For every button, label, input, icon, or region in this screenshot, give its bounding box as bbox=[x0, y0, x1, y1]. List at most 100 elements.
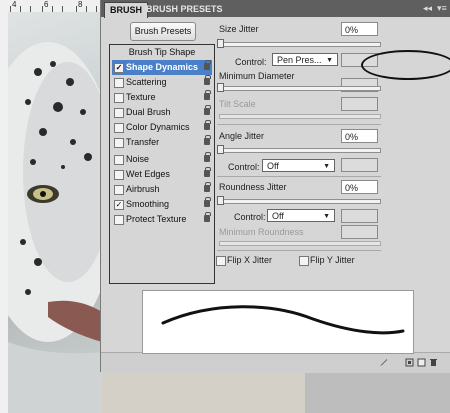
tab-brush-presets[interactable]: BRUSH PRESETS bbox=[141, 2, 228, 17]
size-jitter-value[interactable]: 0% bbox=[341, 22, 378, 36]
lock-icon[interactable] bbox=[204, 182, 211, 192]
list-item-scattering[interactable]: Scattering bbox=[112, 75, 212, 90]
ruler-mark: 4 bbox=[12, 0, 17, 9]
divider bbox=[217, 176, 381, 177]
list-item-dual-brush[interactable]: Dual Brush bbox=[112, 105, 212, 120]
minimum-diameter-slider[interactable] bbox=[217, 83, 381, 92]
control-label: Control: bbox=[228, 162, 260, 172]
checkbox[interactable] bbox=[114, 185, 124, 195]
brush-options-list: Brush Tip Shape ✓ Shape Dynamics Scatter… bbox=[109, 44, 215, 284]
flip-x-label: Flip X Jitter bbox=[227, 255, 273, 265]
lock-icon[interactable] bbox=[204, 75, 211, 85]
size-jitter-slider[interactable] bbox=[217, 39, 381, 48]
tilt-scale-label: Tilt Scale bbox=[219, 99, 256, 109]
lock-icon[interactable] bbox=[204, 212, 211, 222]
roundness-control-dropdown[interactable]: Off ▼ bbox=[267, 209, 335, 222]
brush-presets-button[interactable]: Brush Presets bbox=[130, 22, 196, 41]
checkbox[interactable] bbox=[114, 78, 124, 88]
checkbox[interactable] bbox=[114, 108, 124, 118]
roundness-jitter-slider[interactable] bbox=[217, 196, 381, 205]
list-item-color-dynamics[interactable]: Color Dynamics bbox=[112, 120, 212, 135]
list-item-shape-dynamics[interactable]: ✓ Shape Dynamics bbox=[112, 60, 212, 75]
list-item-label: Shape Dynamics bbox=[126, 62, 199, 72]
create-new-icon[interactable] bbox=[417, 358, 426, 367]
slider-knob[interactable] bbox=[217, 196, 224, 205]
panel-footer bbox=[101, 352, 450, 373]
list-item-label: Smoothing bbox=[126, 199, 170, 209]
list-item-label: Wet Edges bbox=[126, 169, 170, 179]
minimum-diameter-label: Minimum Diameter bbox=[219, 71, 295, 81]
dropdown-value: Off bbox=[267, 161, 279, 171]
list-item-smoothing[interactable]: ✓ Smoothing bbox=[112, 197, 212, 212]
chevron-down-icon: ▼ bbox=[323, 163, 330, 170]
minimum-roundness-slider bbox=[219, 241, 381, 246]
ruler-mark: 8 bbox=[78, 0, 83, 9]
list-item-label: Texture bbox=[126, 92, 156, 102]
checkbox[interactable] bbox=[114, 170, 124, 180]
checkbox[interactable] bbox=[114, 138, 124, 148]
brush-tool-icon[interactable] bbox=[379, 358, 388, 367]
flip-y-label: Flip Y Jitter bbox=[310, 255, 355, 265]
collapse-icon[interactable]: ◂◂ bbox=[423, 3, 432, 14]
angle-jitter-label: Angle Jitter bbox=[219, 131, 265, 141]
checkbox[interactable] bbox=[114, 215, 124, 225]
lock-icon[interactable] bbox=[204, 120, 211, 130]
list-item-label: Protect Texture bbox=[126, 214, 187, 224]
brush-tip-shape-item[interactable]: Brush Tip Shape bbox=[110, 45, 214, 59]
stroke-preview-graphic bbox=[161, 305, 405, 335]
slider-knob[interactable] bbox=[217, 39, 224, 48]
checkbox[interactable] bbox=[114, 155, 124, 165]
list-item-noise[interactable]: Noise bbox=[112, 152, 212, 167]
control-label: Control: bbox=[235, 57, 267, 67]
tilt-scale-value bbox=[341, 97, 378, 111]
lock-icon[interactable] bbox=[204, 90, 211, 100]
slider-knob[interactable] bbox=[217, 83, 224, 92]
lock-icon[interactable] bbox=[204, 197, 211, 207]
list-item-wet-edges[interactable]: Wet Edges bbox=[112, 167, 212, 182]
lock-icon[interactable] bbox=[204, 105, 211, 115]
highlight-oval bbox=[361, 50, 450, 80]
dropdown-value: Pen Pres... bbox=[277, 55, 322, 65]
brush-stroke-preview bbox=[142, 290, 414, 354]
lock-icon[interactable] bbox=[204, 167, 211, 177]
angle-control-dropdown[interactable]: Off ▼ bbox=[262, 159, 335, 172]
angle-jitter-slider[interactable] bbox=[217, 145, 381, 154]
panel-tabbar: BRUSH BRUSH PRESETS ◂◂ ▾≡ bbox=[101, 0, 450, 18]
panel-menu-icon[interactable]: ▾≡ bbox=[437, 3, 447, 14]
minimum-roundness-label: Minimum Roundness bbox=[219, 227, 304, 237]
roundness-control-field bbox=[341, 209, 378, 223]
list-item-texture[interactable]: Texture bbox=[112, 90, 212, 105]
canvas-image[interactable] bbox=[8, 12, 102, 413]
minimum-roundness-value bbox=[341, 225, 378, 239]
checkbox[interactable]: ✓ bbox=[114, 63, 124, 73]
list-item-label: Scattering bbox=[126, 77, 167, 87]
checkbox[interactable]: ✓ bbox=[114, 200, 124, 210]
angle-control-field bbox=[341, 158, 378, 172]
list-item-transfer[interactable]: Transfer bbox=[112, 135, 212, 150]
delete-icon[interactable] bbox=[429, 358, 438, 367]
slider-knob[interactable] bbox=[217, 145, 224, 154]
list-item-label: Noise bbox=[126, 154, 150, 164]
size-control-dropdown[interactable]: Pen Pres... ▼ bbox=[272, 53, 338, 66]
angle-jitter-value[interactable]: 0% bbox=[341, 129, 378, 143]
size-jitter-label: Size Jitter bbox=[219, 24, 259, 34]
list-item-protect-texture[interactable]: Protect Texture bbox=[112, 212, 212, 227]
divider bbox=[217, 124, 381, 125]
flip-x-checkbox[interactable] bbox=[216, 256, 226, 266]
flip-y-checkbox[interactable] bbox=[299, 256, 309, 266]
checkbox[interactable] bbox=[114, 123, 124, 133]
lock-icon[interactable] bbox=[204, 152, 211, 162]
new-preset-icon[interactable] bbox=[405, 358, 414, 367]
lock-icon[interactable] bbox=[204, 60, 211, 70]
chevron-down-icon: ▼ bbox=[323, 213, 330, 220]
checkbox[interactable] bbox=[114, 93, 124, 103]
divider bbox=[217, 250, 381, 251]
chevron-down-icon: ▼ bbox=[326, 57, 333, 64]
lock-icon[interactable] bbox=[204, 135, 211, 145]
roundness-jitter-value[interactable]: 0% bbox=[341, 180, 378, 194]
list-item-airbrush[interactable]: Airbrush bbox=[112, 182, 212, 197]
snow-leopard-image bbox=[8, 42, 102, 413]
dropdown-value: Off bbox=[272, 211, 284, 221]
control-label: Control: bbox=[234, 212, 266, 222]
list-item-label: Airbrush bbox=[126, 184, 160, 194]
